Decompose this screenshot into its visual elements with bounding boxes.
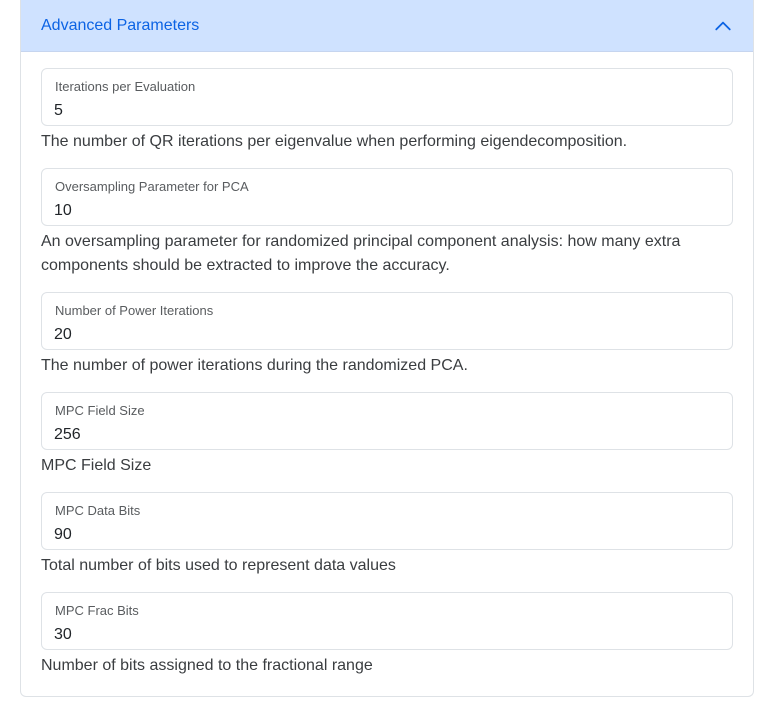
mpc-data-bits-group: MPC Data Bits Total number of bits used …: [41, 492, 733, 578]
iterations-per-evaluation-field[interactable]: Iterations per Evaluation: [41, 68, 733, 126]
mpc-frac-bits-label: MPC Frac Bits: [55, 603, 139, 618]
accordion-body: Iterations per Evaluation The number of …: [21, 52, 753, 678]
mpc-field-size-group: MPC Field Size MPC Field Size: [41, 392, 733, 478]
mpc-frac-bits-help: Number of bits assigned to the fractiona…: [41, 657, 373, 674]
mpc-data-bits-label: MPC Data Bits: [55, 503, 141, 518]
oversampling-parameter-field[interactable]: Oversampling Parameter for PCA: [41, 168, 733, 226]
iterations-per-evaluation-input[interactable]: [42, 69, 732, 125]
mpc-data-bits-input[interactable]: [42, 493, 732, 549]
oversampling-parameter-help: An oversampling parameter for randomized…: [41, 233, 681, 274]
iterations-per-evaluation-help: The number of QR iterations per eigenval…: [41, 133, 628, 150]
mpc-field-size-input[interactable]: [42, 393, 732, 449]
iterations-per-evaluation-label: Iterations per Evaluation: [55, 79, 196, 94]
mpc-field-size-field[interactable]: MPC Field Size: [41, 392, 733, 450]
power-iterations-group: Number of Power Iterations The number of…: [41, 292, 733, 378]
advanced-parameters-accordion: Advanced Parameters Iterations per Evalu…: [20, 0, 754, 697]
power-iterations-help: The number of power iterations during th…: [41, 357, 468, 374]
power-iterations-input[interactable]: [42, 293, 732, 349]
oversampling-parameter-label: Oversampling Parameter for PCA: [55, 179, 249, 194]
iterations-per-evaluation-group: Iterations per Evaluation The number of …: [41, 68, 733, 154]
oversampling-parameter-input[interactable]: [42, 169, 732, 225]
mpc-field-size-label: MPC Field Size: [55, 403, 145, 418]
chevron-up-icon[interactable]: [713, 16, 733, 36]
power-iterations-field[interactable]: Number of Power Iterations: [41, 292, 733, 350]
mpc-frac-bits-group: MPC Frac Bits Number of bits assigned to…: [41, 592, 733, 678]
accordion-toggle[interactable]: Advanced Parameters: [21, 0, 753, 52]
power-iterations-label: Number of Power Iterations: [55, 303, 214, 318]
mpc-data-bits-field[interactable]: MPC Data Bits: [41, 492, 733, 550]
mpc-frac-bits-input[interactable]: [42, 593, 732, 649]
mpc-frac-bits-field[interactable]: MPC Frac Bits: [41, 592, 733, 650]
mpc-field-size-help: MPC Field Size: [41, 457, 152, 474]
accordion-title: Advanced Parameters: [41, 16, 200, 34]
mpc-data-bits-help: Total number of bits used to represent d…: [41, 557, 396, 574]
oversampling-parameter-group: Oversampling Parameter for PCA An oversa…: [41, 168, 733, 278]
